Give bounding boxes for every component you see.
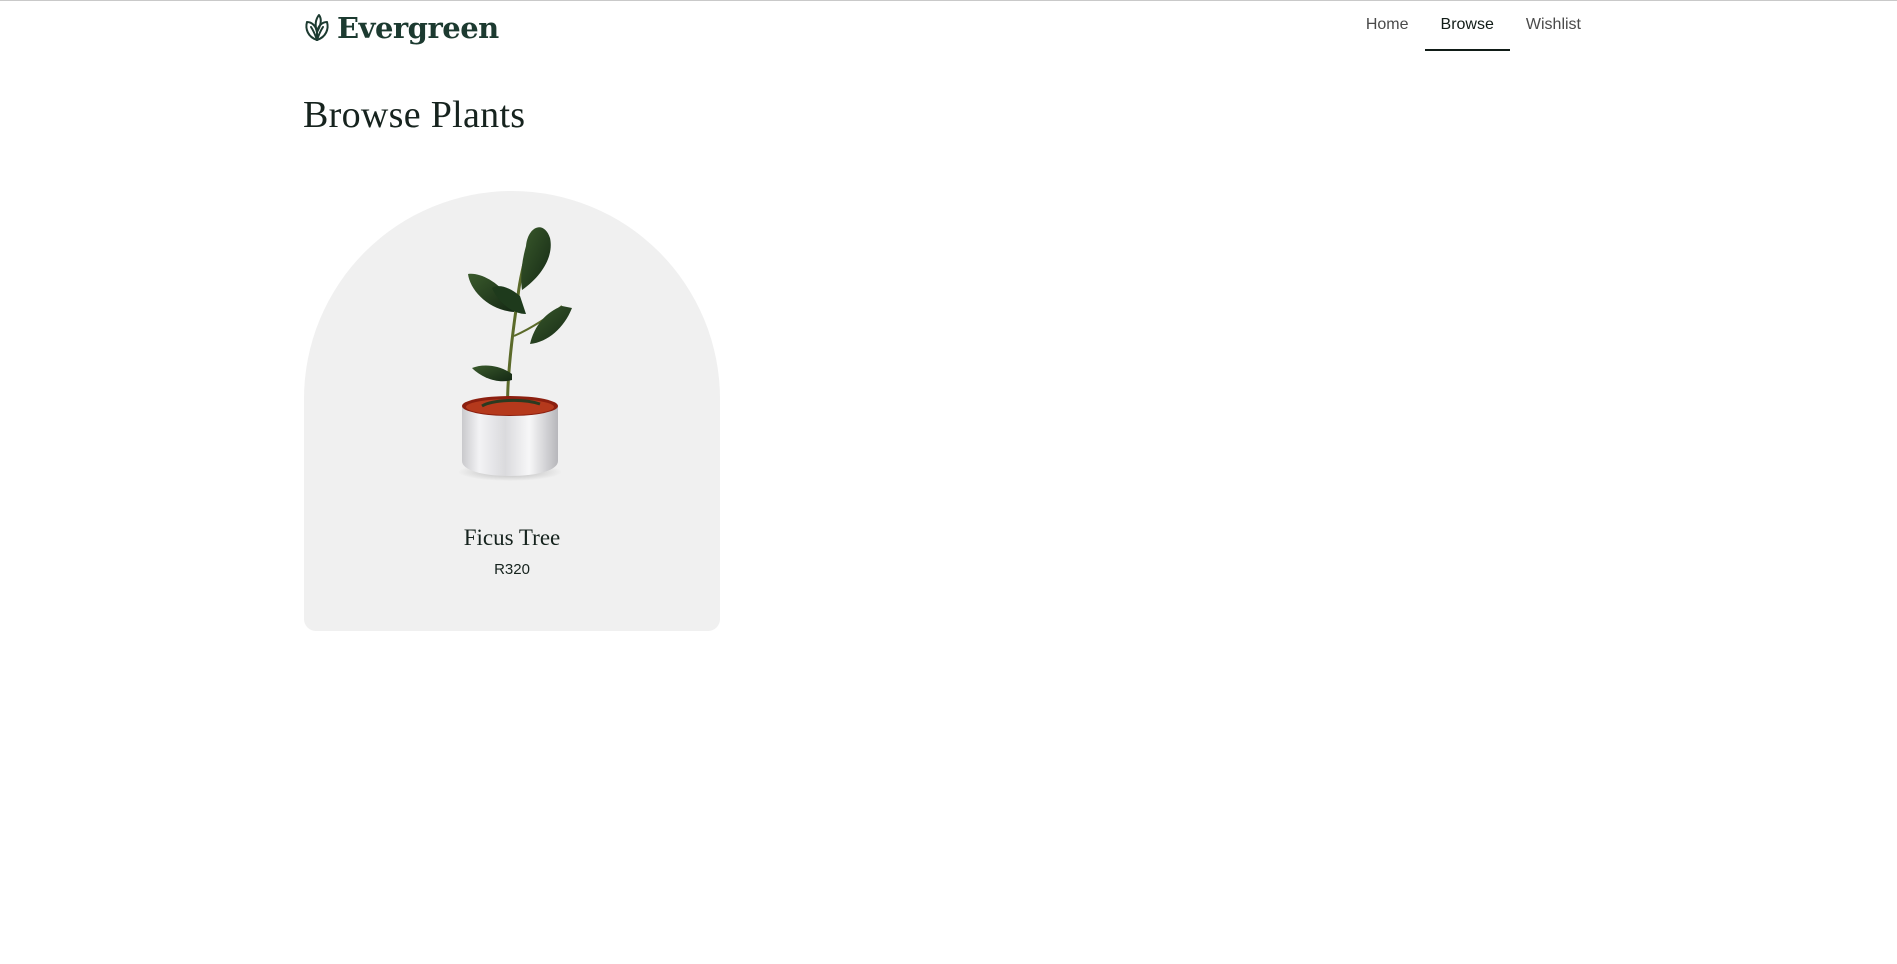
- product-name: Ficus Tree: [463, 525, 561, 550]
- brand-logo[interactable]: Evergreen: [303, 13, 499, 43]
- site-header: Evergreen Home Browse Wishlist: [0, 1, 1897, 57]
- product-price: R320: [494, 561, 530, 578]
- nav-browse[interactable]: Browse: [1424, 1, 1510, 51]
- brand-name: Evergreen: [337, 11, 499, 45]
- ficus-plant-image: [458, 227, 572, 481]
- main-nav: Home Browse Wishlist: [1350, 1, 1597, 51]
- leaf-icon: [305, 14, 329, 41]
- page-title: Browse Plants: [303, 94, 526, 136]
- nav-home[interactable]: Home: [1350, 1, 1425, 51]
- nav-wishlist[interactable]: Wishlist: [1510, 1, 1597, 51]
- product-card[interactable]: Ficus Tree R320: [304, 191, 720, 631]
